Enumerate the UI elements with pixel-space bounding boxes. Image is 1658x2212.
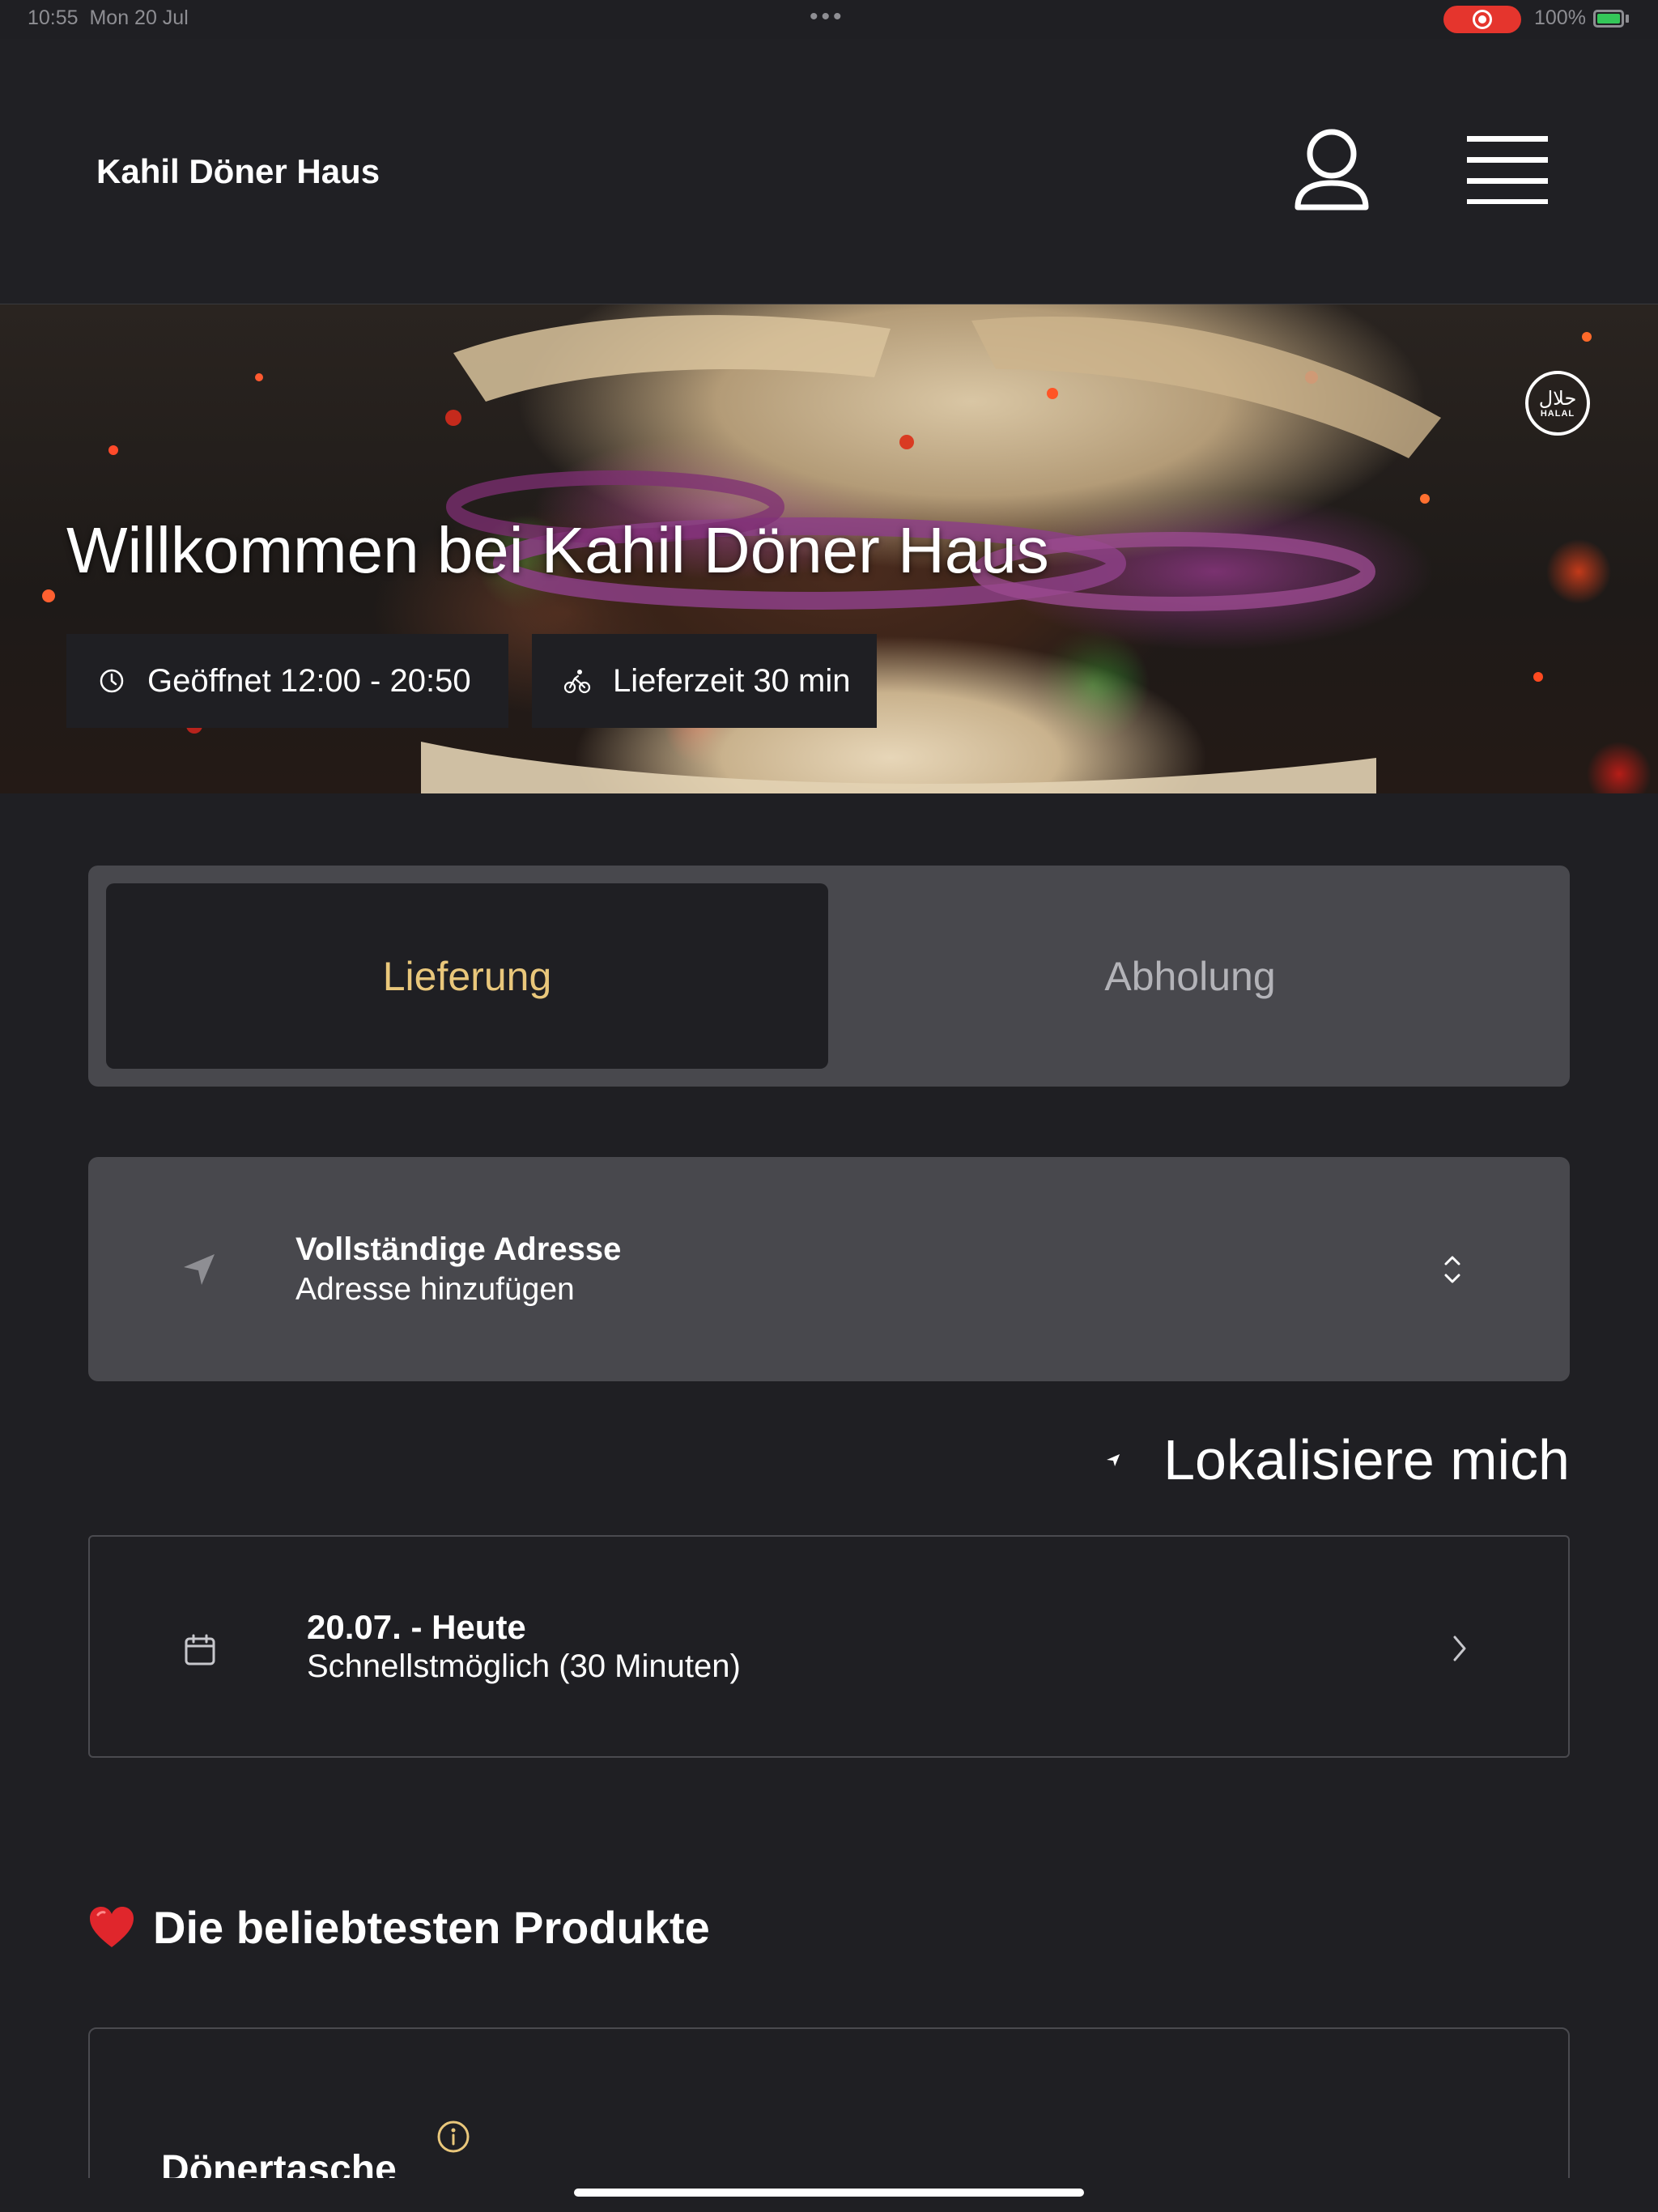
bike-icon (563, 666, 592, 696)
locate-me-button[interactable]: Lokalisiere mich (1105, 1425, 1570, 1495)
status-bar: 10:55 Mon 20 Jul ••• 100% (0, 0, 1658, 39)
status-date: Mon 20 Jul (89, 6, 189, 29)
app-root: 10:55 Mon 20 Jul ••• 100% Kahil Döner Ha… (0, 0, 1658, 2212)
schedule-date: 20.07. - Heute (307, 1608, 526, 1646)
menu-button[interactable] (1467, 136, 1548, 204)
tab-delivery[interactable]: Lieferung (106, 883, 828, 1069)
schedule-selector[interactable]: 20.07. - Heute Schnellstmöglich (30 Minu… (88, 1535, 1570, 1758)
opening-hours-text: Geöffnet 12:00 - 20:50 (147, 662, 471, 699)
battery-icon (1593, 10, 1624, 28)
opening-hours-chip: Geöffnet 12:00 - 20:50 (66, 634, 508, 728)
hamburger-menu-icon (1467, 136, 1548, 204)
halal-badge-arabic: حلال (1538, 387, 1577, 410)
heart-icon (90, 1907, 134, 1947)
address-selector[interactable]: Vollständige Adresse Adresse hinzufügen (88, 1157, 1570, 1381)
battery-tip (1626, 15, 1629, 23)
brand-name[interactable]: Kahil Döner Haus (96, 152, 380, 191)
status-clock: 10:55 (28, 6, 79, 29)
popular-products-heading: Die beliebtesten Produkte (88, 1899, 710, 1955)
location-arrow-icon (184, 1254, 215, 1285)
popular-products-title: Die beliebtesten Produkte (153, 1901, 710, 1953)
record-icon (1473, 10, 1492, 29)
screen-recording-indicator[interactable] (1443, 6, 1521, 33)
app-header: Kahil Döner Haus (0, 39, 1658, 304)
address-placeholder: Adresse hinzufügen (295, 1272, 575, 1307)
chevron-right-icon (1453, 1636, 1466, 1661)
multitasking-dots-icon[interactable]: ••• (810, 3, 845, 31)
halal-badge-label: HALAL (1540, 409, 1575, 419)
tab-pickup-label: Abholung (1104, 953, 1276, 999)
user-icon (1295, 129, 1369, 211)
calendar-icon (185, 1634, 215, 1665)
info-icon[interactable] (436, 2120, 470, 2154)
order-mode-switch: Lieferung Abholung (88, 866, 1570, 1087)
hero-banner: حلال HALAL Willkommen bei Kahil Döner Ha… (0, 304, 1658, 793)
account-button[interactable] (1291, 126, 1372, 215)
delivery-time-text: Lieferzeit 30 min (613, 662, 851, 699)
battery-percent: 100% (1534, 6, 1586, 29)
tab-delivery-label: Lieferung (382, 953, 552, 999)
chevron-up-down-icon (1444, 1256, 1460, 1283)
location-arrow-icon (1107, 1453, 1120, 1467)
status-time: 10:55 Mon 20 Jul (28, 6, 189, 30)
schedule-time: Schnellstmöglich (30 Minuten) (307, 1648, 741, 1684)
home-indicator[interactable] (574, 2189, 1084, 2197)
hero-title: Willkommen bei Kahil Döner Haus (66, 514, 1049, 586)
clock-icon (97, 666, 126, 696)
halal-badge: حلال HALAL (1525, 371, 1590, 436)
delivery-time-chip: Lieferzeit 30 min (532, 634, 877, 728)
address-title: Vollständige Adresse (295, 1231, 622, 1267)
locate-me-label: Lokalisiere mich (1163, 1428, 1570, 1491)
tab-pickup[interactable]: Abholung (828, 883, 1552, 1069)
